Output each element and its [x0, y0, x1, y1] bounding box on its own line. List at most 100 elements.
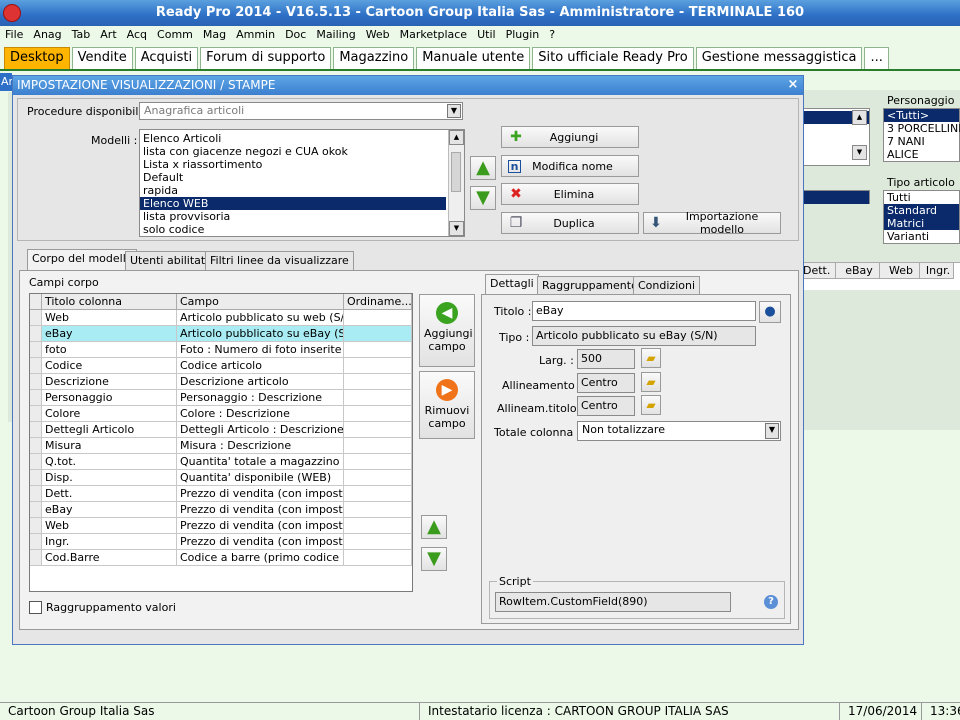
tab-raggruppamento[interactable]: Raggruppamento: [537, 276, 643, 295]
cell-campo[interactable]: Descrizione articolo: [177, 374, 344, 390]
list-item[interactable]: Elenco Articoli: [140, 132, 464, 145]
menu-mailing[interactable]: Mailing: [311, 26, 360, 44]
cell-campo[interactable]: Misura : Descrizione: [177, 438, 344, 454]
tab-acquisti[interactable]: Acquisti: [134, 47, 199, 69]
duplica-button[interactable]: ❐ Duplica: [501, 212, 639, 234]
cell-ordinamento[interactable]: [344, 550, 412, 566]
cell-ordinamento[interactable]: [344, 502, 412, 518]
scroll-up-icon[interactable]: ▲: [449, 130, 464, 145]
cell-titolo[interactable]: Ingr.: [42, 534, 177, 550]
list-item[interactable]: lista con giacenze negozi e CUA okok: [140, 145, 464, 158]
cell-titolo[interactable]: Web: [42, 518, 177, 534]
list-item[interactable]: Lista x riassortimento: [140, 158, 464, 171]
table-row[interactable]: Codice Codice articolo: [30, 358, 412, 374]
tab-more[interactable]: ...: [864, 47, 889, 69]
cell-campo[interactable]: Foto : Numero di foto inserite ...: [177, 342, 344, 358]
chevron-down-icon[interactable]: ▼: [447, 104, 461, 118]
allineamento-field[interactable]: Centro: [577, 373, 635, 393]
scroll-up-icon[interactable]: ▲: [852, 110, 867, 125]
table-row[interactable]: foto Foto : Numero di foto inserite ...: [30, 342, 412, 358]
list-item[interactable]: <Tutti>: [884, 109, 959, 122]
cell-ordinamento[interactable]: [344, 310, 412, 326]
table-row[interactable]: Q.tot. Quantita' totale a magazzino: [30, 454, 412, 470]
procedure-select[interactable]: Anagrafica articoli ▼: [139, 102, 463, 120]
help-icon[interactable]: ?: [764, 595, 778, 609]
cell-titolo[interactable]: eBay: [42, 502, 177, 518]
list-item[interactable]: Matrici: [884, 217, 959, 230]
cell-campo[interactable]: Codice a barre (primo codice a ...: [177, 550, 344, 566]
folder-icon[interactable]: ▰: [641, 372, 661, 392]
cell-titolo[interactable]: Codice: [42, 358, 177, 374]
cell-ordinamento[interactable]: [344, 422, 412, 438]
tipo-articolo-list[interactable]: Tutti Standard Matrici Varianti: [883, 190, 960, 244]
table-row[interactable]: eBay Prezzo di vendita (con imposte): [30, 502, 412, 518]
tab-dettagli[interactable]: Dettagli: [485, 274, 539, 295]
tab-magazzino[interactable]: Magazzino: [333, 47, 415, 69]
table-row[interactable]: Misura Misura : Descrizione: [30, 438, 412, 454]
cell-ordinamento[interactable]: [344, 518, 412, 534]
background-list-2[interactable]: [800, 190, 870, 204]
menu-tab[interactable]: Tab: [67, 26, 96, 44]
table-row[interactable]: Personaggio Personaggio : Descrizione: [30, 390, 412, 406]
menu-help[interactable]: ?: [544, 26, 560, 44]
cell-campo[interactable]: Colore : Descrizione: [177, 406, 344, 422]
raggruppamento-checkbox[interactable]: [29, 601, 42, 614]
script-field[interactable]: RowItem.CustomField(890): [495, 592, 731, 612]
scroll-down-icon[interactable]: ▼: [449, 221, 464, 236]
menu-acq[interactable]: Acq: [122, 26, 152, 44]
rimuovi-campo-button[interactable]: ▶ Rimuovi campo: [419, 371, 475, 439]
list-item[interactable]: Tutti: [884, 191, 959, 204]
menu-comm[interactable]: Comm: [152, 26, 198, 44]
cell-campo[interactable]: Personaggio : Descrizione: [177, 390, 344, 406]
scroll-down-icon[interactable]: ▼: [852, 145, 867, 160]
list-item[interactable]: Standard: [884, 204, 959, 217]
table-row[interactable]: Cod.BarreCodice a barre (primo codice a …: [30, 550, 412, 566]
cell-ordinamento[interactable]: [344, 454, 412, 470]
cell-titolo[interactable]: Dettegli Articolo: [42, 422, 177, 438]
tab-condizioni[interactable]: Condizioni: [633, 276, 701, 295]
cell-ordinamento[interactable]: [344, 326, 412, 342]
app-icon[interactable]: [3, 4, 21, 22]
tab-manuale[interactable]: Manuale utente: [416, 47, 531, 69]
table-row[interactable]: Ingr. Prezzo di vendita (con imposte): [30, 534, 412, 550]
cell-campo[interactable]: Quantita' totale a magazzino: [177, 454, 344, 470]
list-item[interactable]: Varianti: [884, 230, 959, 243]
table-row[interactable]: Web Articolo pubblicato su web (S/N): [30, 310, 412, 326]
table-row[interactable]: Dett. Prezzo di vendita (con imposte): [30, 486, 412, 502]
menu-web[interactable]: Web: [361, 26, 395, 44]
campi-grid[interactable]: Titolo colonna Campo Ordiname... Web Arti…: [29, 293, 413, 592]
list-item-selected[interactable]: Elenco WEB: [140, 197, 446, 210]
menu-util[interactable]: Util: [472, 26, 500, 44]
modifica-nome-button[interactable]: n Modifica nome: [501, 155, 639, 177]
cell-ordinamento[interactable]: [344, 342, 412, 358]
grid-header[interactable]: Campo: [177, 294, 344, 310]
table-row[interactable]: Descrizione Descrizione articolo: [30, 374, 412, 390]
menu-doc[interactable]: Doc: [280, 26, 311, 44]
elimina-button[interactable]: ✖ Elimina: [501, 183, 639, 205]
titolo-input[interactable]: eBay: [532, 301, 756, 321]
cell-campo[interactable]: Prezzo di vendita (con imposte): [177, 518, 344, 534]
field-down-icon[interactable]: ▼: [421, 547, 447, 571]
tab-forum[interactable]: Forum di supporto: [200, 47, 332, 69]
bg-selected-row[interactable]: [801, 191, 869, 204]
cell-titolo[interactable]: Q.tot.: [42, 454, 177, 470]
cell-campo[interactable]: Articolo pubblicato su web (S/N): [177, 310, 344, 326]
grid-header[interactable]: Ordiname...: [344, 294, 412, 310]
table-row[interactable]: Disp. Quantita' disponibile (WEB): [30, 470, 412, 486]
globe-icon[interactable]: ●: [759, 301, 781, 323]
modelli-scrollbar[interactable]: ▲ ▼: [448, 130, 464, 236]
cell-ordinamento[interactable]: [344, 358, 412, 374]
cell-ordinamento[interactable]: [344, 438, 412, 454]
cell-campo[interactable]: Prezzo di vendita (con imposte): [177, 486, 344, 502]
table-row[interactable]: Dettegli Articolo Dettegli Articolo : Des…: [30, 422, 412, 438]
list-item[interactable]: ALICE: [884, 148, 959, 161]
cell-titolo[interactable]: foto: [42, 342, 177, 358]
folder-icon[interactable]: ▰: [641, 395, 661, 415]
cell-ordinamento[interactable]: [344, 406, 412, 422]
menu-marketplace[interactable]: Marketplace: [395, 26, 472, 44]
aggiungi-campo-button[interactable]: ◀ Aggiungi campo: [419, 294, 475, 367]
folder-icon[interactable]: ▰: [641, 348, 661, 368]
bg-scrollbar[interactable]: ▲ ▼: [852, 110, 868, 160]
menu-file[interactable]: File: [0, 26, 28, 44]
list-item[interactable]: lista provvisoria: [140, 210, 464, 223]
